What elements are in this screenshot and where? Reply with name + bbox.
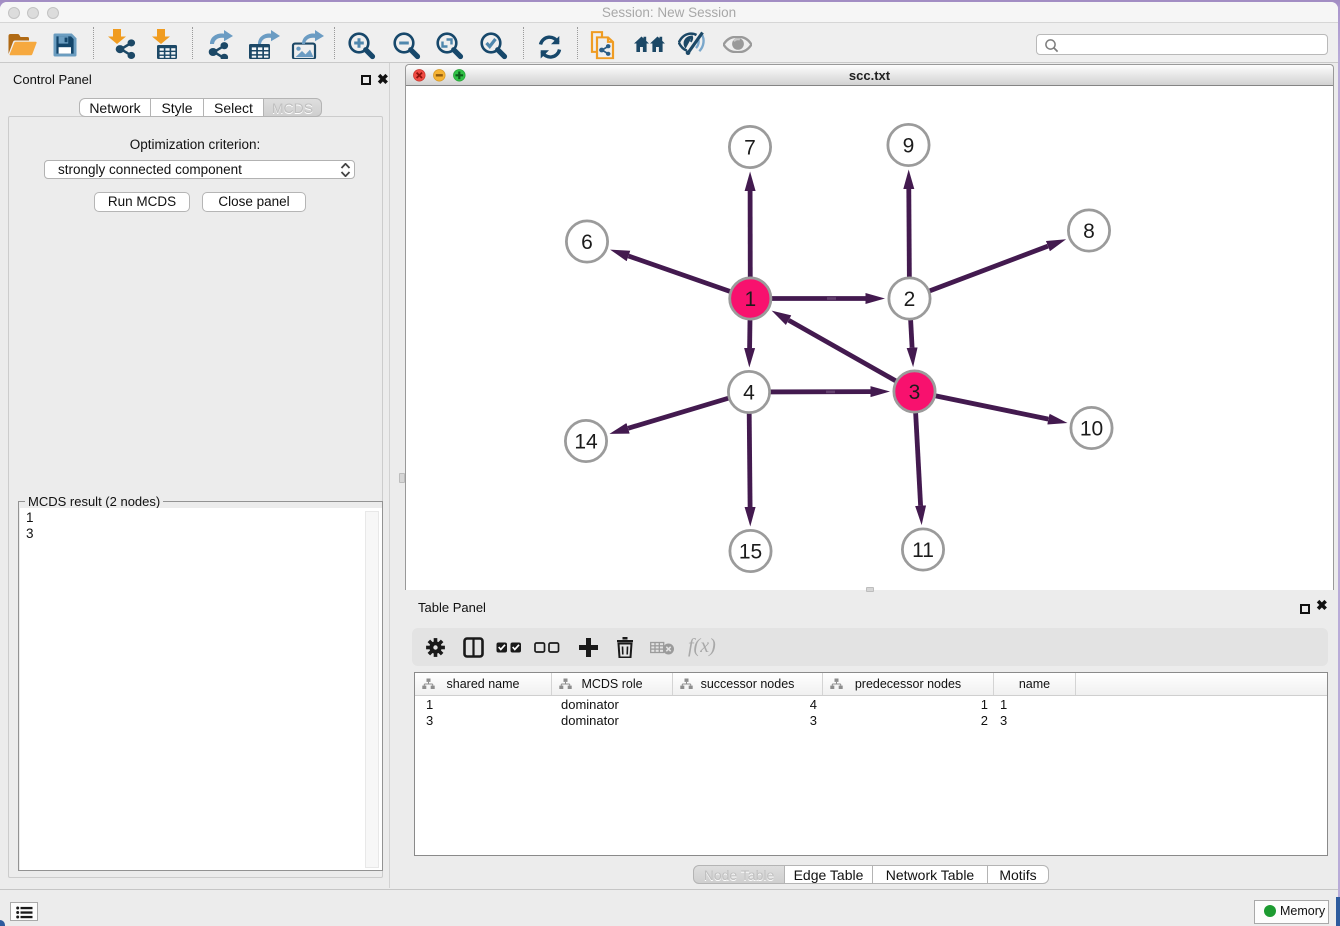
svg-text:2: 2 bbox=[904, 288, 916, 311]
svg-text:14: 14 bbox=[574, 430, 598, 453]
svg-text:11: 11 bbox=[912, 539, 934, 562]
svg-text:10: 10 bbox=[1080, 417, 1103, 440]
svg-text:7: 7 bbox=[744, 136, 756, 159]
svg-text:4: 4 bbox=[743, 381, 755, 404]
svg-text:8: 8 bbox=[1083, 220, 1095, 243]
svg-text:6: 6 bbox=[581, 231, 593, 254]
svg-text:15: 15 bbox=[739, 540, 762, 563]
svg-text:1: 1 bbox=[744, 288, 756, 311]
svg-text:9: 9 bbox=[903, 134, 915, 157]
svg-text:3: 3 bbox=[909, 381, 921, 404]
